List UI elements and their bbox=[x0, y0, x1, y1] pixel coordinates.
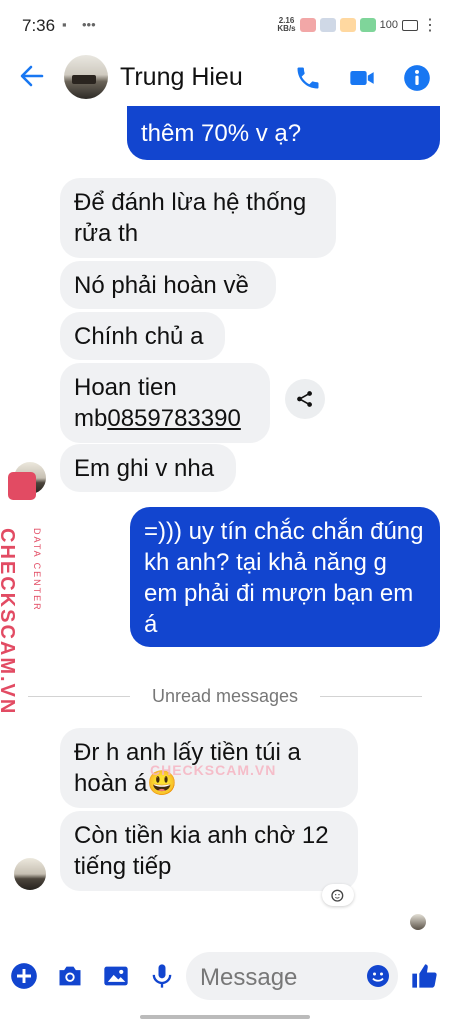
battery-level: 100 bbox=[379, 19, 398, 31]
status-right: 2.16 KB/s 100 ⋮ bbox=[277, 15, 438, 35]
message-bubble-incoming[interactable]: Chính chủ a bbox=[60, 312, 225, 360]
message-bubble-incoming[interactable]: Hoan tien mb0859783390 bbox=[60, 363, 270, 443]
net-speed: 2.16 KB/s bbox=[277, 16, 296, 33]
message-placeholder: Message bbox=[200, 964, 298, 991]
composer-bar: Message bbox=[0, 940, 450, 1010]
message-list: thêm 70% v ạ? Để đánh lừa hệ thống rửa t… bbox=[0, 106, 450, 936]
chat-header: Trung Hieu bbox=[0, 50, 450, 106]
message-bubble-outgoing[interactable]: thêm 70% v ạ? bbox=[127, 106, 440, 160]
plus-icon[interactable] bbox=[10, 962, 38, 990]
overflow-menu-icon[interactable]: ⋮ bbox=[422, 15, 438, 35]
thumbs-up-icon[interactable] bbox=[410, 962, 438, 990]
info-icon[interactable] bbox=[403, 64, 431, 92]
status-time: 7:36 bbox=[22, 16, 56, 35]
divider-line bbox=[320, 696, 422, 697]
back-arrow-icon[interactable] bbox=[18, 62, 46, 90]
microphone-icon[interactable] bbox=[148, 962, 176, 990]
home-indicator bbox=[140, 1015, 310, 1019]
contact-name[interactable]: Trung Hieu bbox=[120, 63, 243, 92]
contact-avatar[interactable] bbox=[64, 55, 108, 99]
message-bubble-incoming[interactable]: Còn tiền kia anh chờ 12 tiếng tiếp bbox=[60, 811, 358, 891]
watermark-logo: CHECKSCAM.VN DATA CENTER bbox=[0, 468, 48, 715]
share-button[interactable] bbox=[285, 379, 325, 419]
watermark-center: CHECKSCAM.VN bbox=[150, 762, 277, 778]
video-call-icon[interactable] bbox=[348, 64, 376, 92]
wifi-icon bbox=[359, 18, 376, 32]
message-input[interactable]: Message bbox=[186, 952, 398, 1000]
app-icon bbox=[319, 18, 336, 32]
message-bubble-outgoing[interactable]: =))) uy tín chắc chắn đúng kh anh? tại k… bbox=[130, 507, 440, 647]
add-reaction-button[interactable] bbox=[322, 884, 354, 906]
unread-divider: Unread messages bbox=[0, 686, 450, 708]
more-dots-icon: ••• bbox=[82, 17, 96, 32]
notification-icon: ▪ bbox=[62, 17, 67, 32]
share-icon bbox=[297, 391, 312, 407]
paw-icon bbox=[339, 18, 356, 32]
message-bubble-incoming[interactable]: Em ghi v nha bbox=[60, 444, 236, 492]
gallery-icon[interactable] bbox=[102, 962, 130, 990]
emoji-icon[interactable] bbox=[366, 964, 390, 988]
status-bar: 7:36 ▪ ••• 2.16 KB/s 100 ⋮ bbox=[0, 0, 450, 50]
sender-avatar[interactable] bbox=[14, 858, 46, 890]
watermark-shield-icon bbox=[8, 472, 36, 500]
phone-number-link[interactable]: 0859783390 bbox=[107, 405, 240, 432]
phone-call-icon[interactable] bbox=[294, 64, 322, 92]
seen-avatar bbox=[410, 914, 426, 930]
camera-icon[interactable] bbox=[56, 962, 84, 990]
message-bubble-incoming[interactable]: Để đánh lừa hệ thống rửa th bbox=[60, 178, 336, 258]
battery-icon bbox=[402, 19, 418, 31]
message-bubble-incoming[interactable]: Nó phải hoàn về bbox=[60, 261, 276, 309]
smile-plus-icon bbox=[331, 889, 344, 902]
cat-icon bbox=[299, 18, 316, 32]
watermark-sub: DATA CENTER bbox=[32, 528, 42, 612]
